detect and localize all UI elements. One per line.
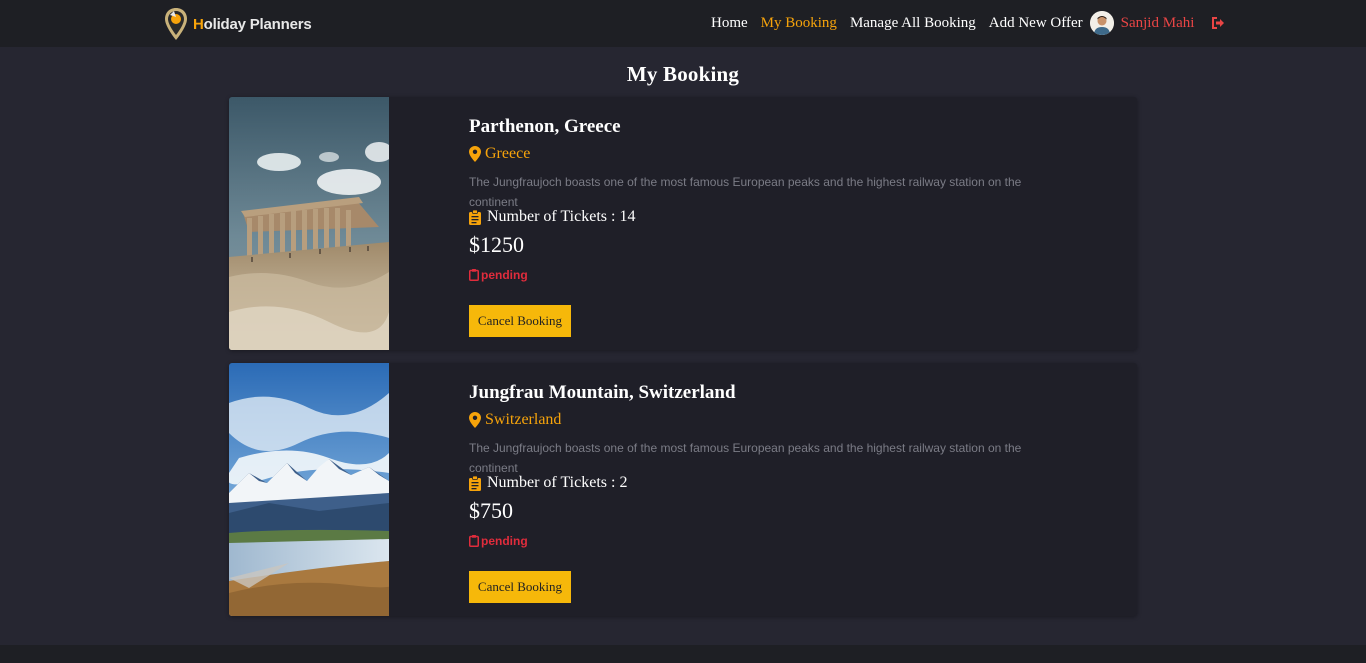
nav-add-new-offer-link[interactable]: Add New Offer bbox=[989, 15, 1083, 32]
nav-my-booking-link[interactable]: My Booking bbox=[761, 15, 837, 32]
tickets-text: Number of Tickets : 14 bbox=[487, 208, 636, 225]
location-label: Greece bbox=[485, 145, 531, 162]
jungfrau-photo bbox=[229, 363, 389, 616]
status-label: pending bbox=[481, 534, 528, 548]
booking-card: Jungfrau Mountain, Switzerland Switzerla… bbox=[229, 363, 1137, 616]
top-navbar: Holiday Planners Home My Booking Manage … bbox=[0, 0, 1366, 47]
tickets-text: Number of Tickets : 2 bbox=[487, 474, 628, 491]
booking-status: pending bbox=[469, 268, 528, 282]
booking-card: Parthenon, Greece Greece The Jungfraujoc… bbox=[229, 97, 1137, 350]
booking-description: The Jungfraujoch boasts one of the most … bbox=[469, 441, 1022, 475]
nav-manage-all-booking-link[interactable]: Manage All Booking bbox=[850, 15, 976, 32]
status-label: pending bbox=[481, 268, 528, 282]
user-name[interactable]: Sanjid Mahi bbox=[1121, 15, 1195, 32]
clipboard-list-icon bbox=[469, 209, 481, 225]
clipboard-list-icon bbox=[469, 475, 481, 491]
cancel-booking-button[interactable]: Cancel Booking bbox=[469, 305, 571, 337]
footer-bar bbox=[0, 645, 1366, 663]
page-title: My Booking bbox=[626, 62, 740, 86]
booking-title: Jungfrau Mountain, Switzerland bbox=[469, 382, 736, 403]
clipboard-icon bbox=[469, 269, 479, 281]
cancel-booking-button[interactable]: Cancel Booking bbox=[469, 571, 571, 603]
location-label: Switzerland bbox=[485, 411, 562, 428]
booking-tickets: Number of Tickets : 2 bbox=[469, 474, 627, 492]
user-photo-icon bbox=[1089, 11, 1114, 35]
nav-links: Home My Booking Manage All Booking Add N… bbox=[711, 11, 1225, 35]
booking-description: The Jungfraujoch boasts one of the most … bbox=[469, 175, 1022, 209]
booking-price: $1250 bbox=[469, 232, 524, 257]
map-pin-logo-icon bbox=[165, 8, 187, 40]
clipboard-icon bbox=[469, 535, 479, 547]
booking-location: Greece bbox=[469, 145, 530, 163]
parthenon-photo bbox=[229, 97, 389, 350]
nav-home-link[interactable]: Home bbox=[711, 15, 748, 32]
booking-status: pending bbox=[469, 534, 528, 548]
booking-price: $750 bbox=[469, 498, 513, 523]
booking-title: Parthenon, Greece bbox=[469, 116, 621, 137]
brand-name: Holiday Planners bbox=[193, 15, 312, 33]
map-marker-icon bbox=[469, 412, 481, 428]
user-avatar[interactable] bbox=[1089, 11, 1114, 35]
booking-location: Switzerland bbox=[469, 411, 561, 429]
booking-tickets: Number of Tickets : 14 bbox=[469, 208, 635, 226]
sign-out-icon[interactable] bbox=[1211, 16, 1225, 30]
map-marker-icon bbox=[469, 146, 481, 162]
brand[interactable]: Holiday Planners bbox=[164, 7, 312, 41]
